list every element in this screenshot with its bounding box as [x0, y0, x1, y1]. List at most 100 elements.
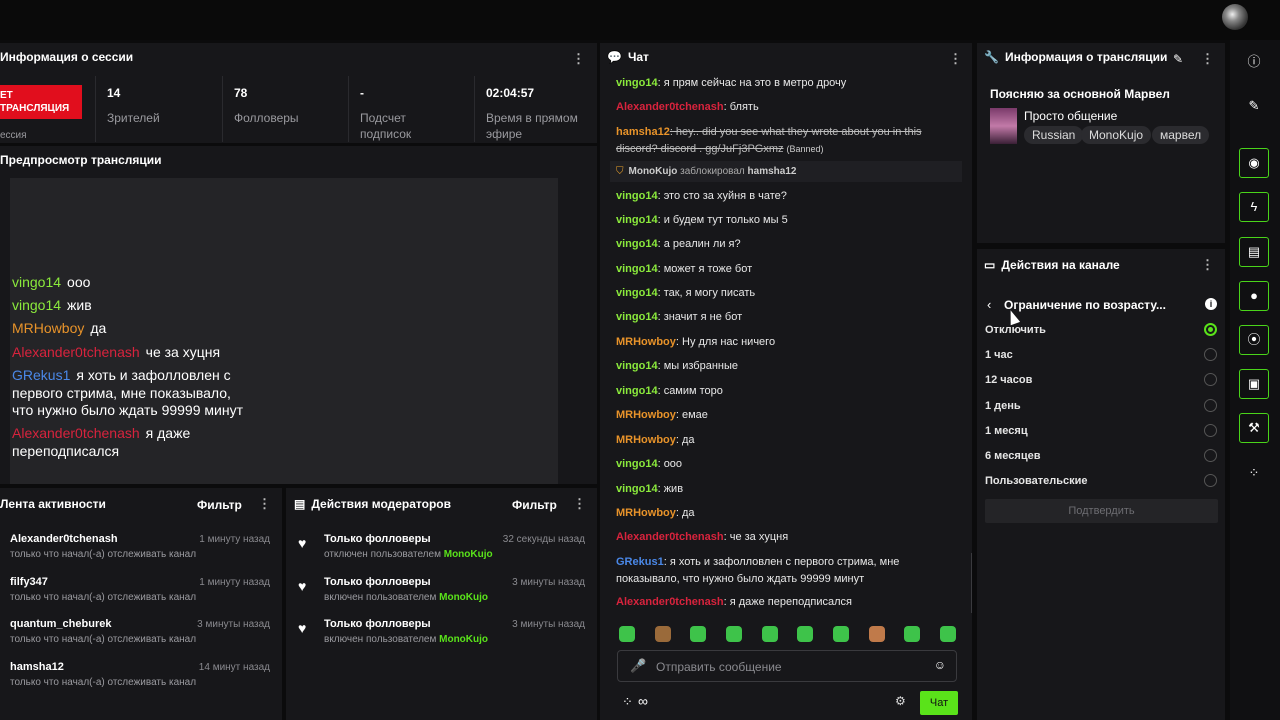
chat-menu-icon[interactable]: ⋮ [949, 52, 962, 65]
chat-text: : блять [723, 101, 759, 113]
mod-actions-title: ▤ Действия модераторов [294, 497, 452, 511]
emote-icon[interactable] [869, 626, 885, 642]
radio-button[interactable] [1204, 398, 1217, 412]
chat-username[interactable]: vingo14 [616, 263, 658, 275]
radio-button[interactable] [1204, 323, 1217, 336]
pencil-icon[interactable]: ✎ [1239, 91, 1269, 121]
chat-text: : ооо [657, 458, 683, 470]
mod-action-user[interactable]: MonoKujo [439, 592, 488, 603]
age-option[interactable]: Отключить [985, 323, 1217, 336]
radio-button[interactable] [1204, 423, 1217, 437]
channel-points-icon[interactable]: ⁘ [622, 694, 633, 710]
activity-username[interactable]: quantum_cheburek [10, 618, 111, 630]
chat-username[interactable]: Alexander0tchenash [616, 531, 724, 543]
radio-button[interactable] [1204, 348, 1217, 362]
emote-icon[interactable] [726, 626, 742, 642]
radio-button[interactable] [1204, 373, 1217, 387]
gear-icon[interactable]: ⚙ [895, 694, 906, 708]
session-menu-icon[interactable]: ⋮ [572, 52, 585, 65]
mod-action-user[interactable]: MonoKujo [439, 634, 488, 645]
chat-username[interactable]: vingo14 [616, 311, 658, 323]
mod-action-name: Только фолловеры [324, 533, 431, 545]
age-option[interactable]: Пользовательские [985, 474, 1217, 488]
channel-actions-menu-icon[interactable]: ⋮ [1201, 258, 1214, 271]
emote-icon[interactable] [940, 626, 956, 642]
chat-username[interactable]: vingo14 [616, 190, 658, 202]
chat-username[interactable]: vingo14 [616, 458, 658, 470]
age-option-label: Пользовательские [985, 475, 1088, 488]
chat-username[interactable]: MRHowboy [616, 507, 676, 519]
chat-username[interactable]: vingo14 [616, 214, 658, 226]
emote-icon[interactable] [690, 626, 706, 642]
emote-icon[interactable] [797, 626, 813, 642]
chat-username[interactable]: hamsha12 [616, 126, 670, 138]
chat-username[interactable]: MRHowboy [616, 409, 676, 421]
emote-icon[interactable] [619, 626, 635, 642]
age-option[interactable]: 6 месяцев [985, 449, 1217, 462]
radio-button[interactable] [1204, 474, 1217, 488]
chat-message: Alexander0tchenash: блять [616, 99, 956, 116]
activity-menu-icon[interactable]: ⋮ [258, 497, 271, 510]
chat-username[interactable]: Alexander0tchenash [616, 101, 724, 113]
chat-message: vingo14: значит я не бот [616, 309, 956, 326]
chat-username[interactable]: MRHowboy [616, 434, 676, 446]
chat-username[interactable]: Alexander0tchenash [616, 596, 724, 608]
chat-username[interactable]: vingo14 [616, 77, 658, 89]
connections-icon[interactable]: ⁘ [1239, 458, 1269, 488]
chat-text: : значит я не бот [657, 311, 743, 323]
lightning-icon[interactable]: ϟ [1239, 192, 1269, 222]
tag-russian[interactable]: Russian [1024, 126, 1084, 144]
chat-username[interactable]: vingo14 [616, 360, 658, 372]
chat-username[interactable]: vingo14 [616, 483, 658, 495]
mod-menu-icon[interactable]: ⋮ [573, 497, 586, 510]
radio-button[interactable] [1204, 449, 1217, 462]
edit-pencil-icon[interactable]: ✎ [1173, 52, 1183, 66]
emote-icon[interactable] [655, 626, 671, 642]
chat-username[interactable]: vingo14 [616, 385, 658, 397]
age-option[interactable]: 1 час [985, 348, 1217, 362]
age-option[interactable]: 12 часов [985, 373, 1217, 387]
chat-scrollbar[interactable] [971, 553, 972, 613]
chat-bubble-icon[interactable]: ● [1239, 281, 1269, 311]
tag-monokujo[interactable]: MonoKujo [1081, 126, 1152, 144]
chat-send-button[interactable]: Чат [920, 691, 958, 715]
activity-time: 3 минуты назад [197, 619, 270, 630]
age-restriction-title: Ограничение по возрасту... [1004, 298, 1166, 312]
confirm-button[interactable]: Подтвердить [985, 499, 1218, 523]
chat-username[interactable]: MRHowboy [616, 336, 676, 348]
chat-text: : я даже переподписался [723, 596, 852, 608]
emoji-icon[interactable]: ☺ [934, 658, 946, 672]
chat-username[interactable]: vingo14 [616, 287, 658, 299]
tag-marvel[interactable]: марвел [1152, 126, 1210, 144]
age-option[interactable]: 1 день [985, 398, 1217, 412]
camera-icon[interactable]: ◉ [1239, 148, 1269, 178]
user-avatar[interactable] [1222, 4, 1248, 30]
chat-input[interactable]: 🎤 Отправить сообщение ☺ [617, 650, 957, 682]
activity-username[interactable]: hamsha12 [10, 661, 64, 673]
info-icon[interactable]: i [1205, 298, 1217, 310]
stream-info-menu-icon[interactable]: ⋮ [1201, 52, 1214, 65]
mod-notice-target: hamsha12 [747, 166, 797, 177]
overlay-message: переподписался [12, 443, 119, 459]
document-icon[interactable]: ▤ [1239, 237, 1269, 267]
back-chevron-icon[interactable]: ‹ [987, 297, 991, 312]
emote-icon[interactable] [762, 626, 778, 642]
clip-icon[interactable]: ▣ [1239, 369, 1269, 399]
activity-filter-button[interactable]: Фильтр [197, 498, 242, 512]
microphone-icon[interactable]: 🎤 [630, 658, 646, 674]
emote-icon[interactable] [904, 626, 920, 642]
mod-filter-button[interactable]: Фильтр [512, 498, 557, 512]
activity-username[interactable]: Alexander0tchenash [10, 533, 118, 545]
divider [348, 76, 349, 142]
broadcast-icon[interactable]: ⦿ [1239, 325, 1269, 355]
chat-username[interactable]: GRekus1 [616, 556, 664, 568]
wrench-icon[interactable]: ⚒ [1239, 413, 1269, 443]
chat-message: vingo14: так, я могу писать [616, 285, 956, 302]
age-option[interactable]: 1 месяц [985, 423, 1217, 437]
overlay-text: переподписался [12, 443, 120, 459]
emote-icon[interactable] [833, 626, 849, 642]
info-icon[interactable]: ⓘ [1239, 47, 1269, 77]
mod-action-user[interactable]: MonoKujo [444, 549, 493, 560]
activity-username[interactable]: filfy347 [10, 576, 48, 588]
chat-username[interactable]: vingo14 [616, 238, 658, 250]
